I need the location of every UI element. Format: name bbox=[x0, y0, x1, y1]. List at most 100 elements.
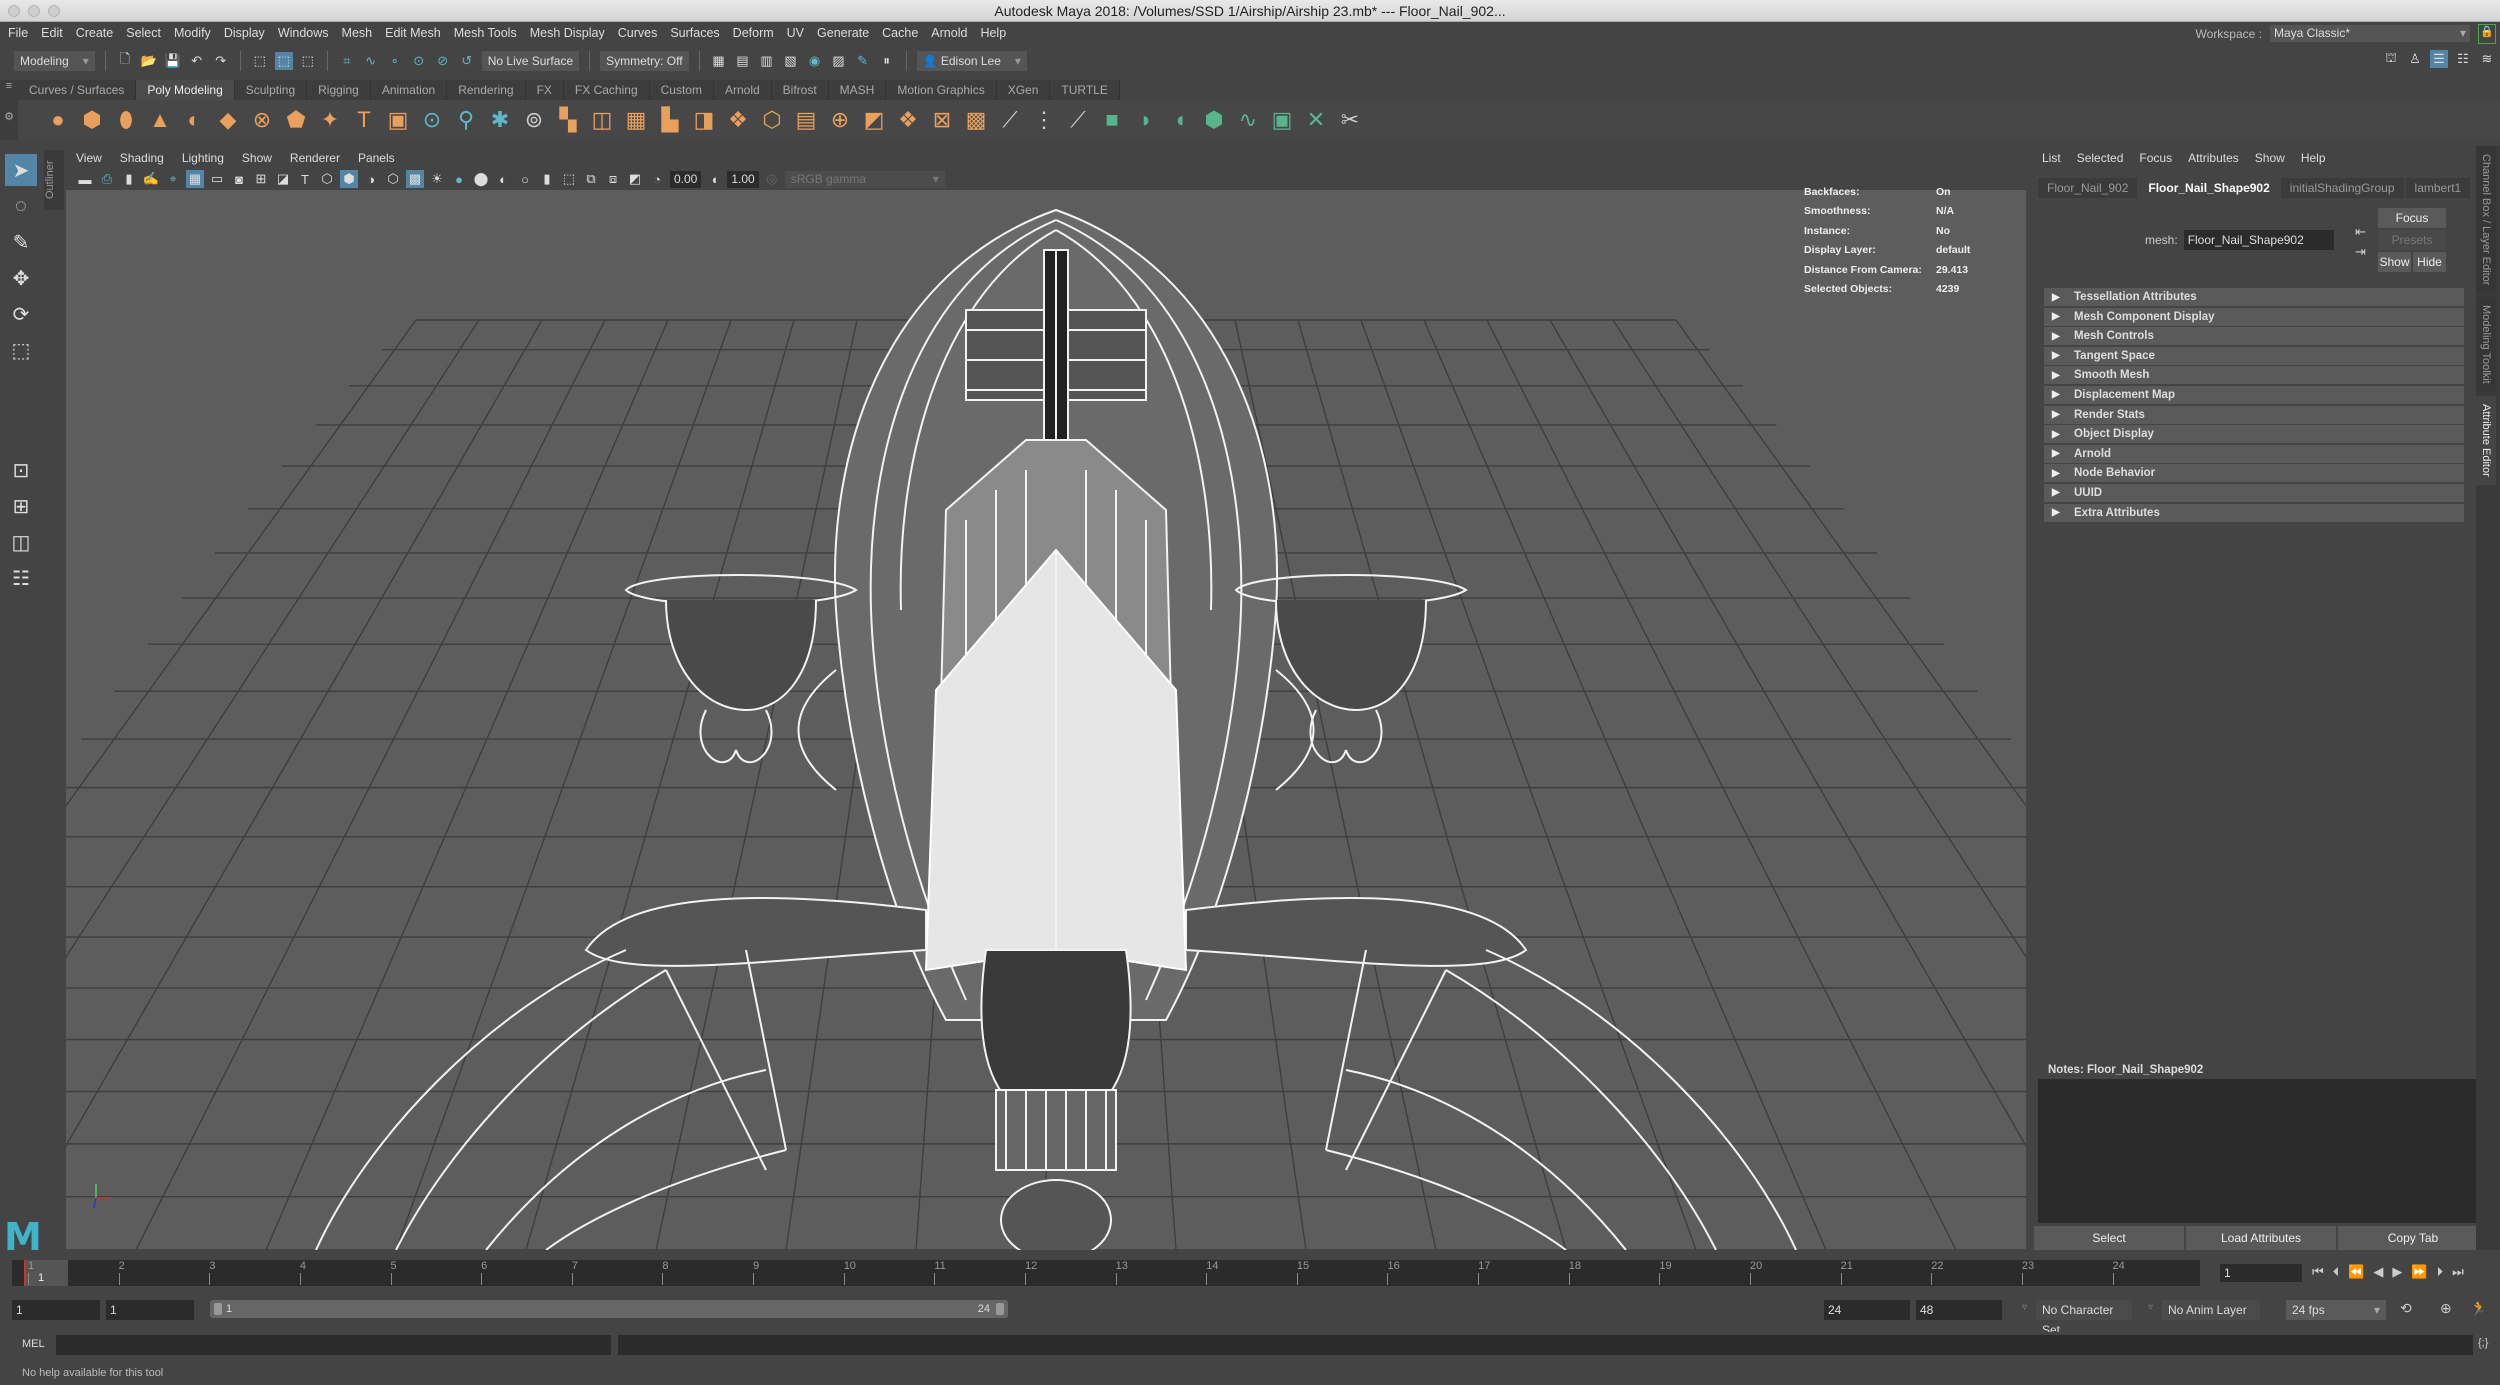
character-set-field[interactable]: No Character Set bbox=[2036, 1300, 2132, 1337]
anti-aliasing-icon[interactable]: ○ bbox=[516, 170, 534, 188]
viewport-menu-show[interactable]: Show bbox=[242, 151, 272, 165]
ae-menu-list[interactable]: List bbox=[2042, 151, 2061, 165]
xray-active-icon[interactable]: ⧈ bbox=[604, 170, 622, 188]
shelf-tab-custom[interactable]: Custom bbox=[649, 80, 714, 100]
color-management-icon[interactable]: ◎ bbox=[763, 170, 781, 188]
command-language-label[interactable]: MEL bbox=[22, 1338, 45, 1350]
new-scene-icon[interactable]: 🗋 bbox=[116, 51, 134, 70]
expand-triangle-icon[interactable]: ▶ bbox=[2044, 350, 2074, 361]
menu-mesh-tools[interactable]: Mesh Tools bbox=[454, 26, 517, 40]
expand-triangle-icon[interactable]: ▶ bbox=[2044, 331, 2074, 342]
ipr-render-icon[interactable]: ▥ bbox=[758, 52, 776, 70]
side-tab-channel-box-layer-editor[interactable]: Channel Box / Layer Editor bbox=[2476, 146, 2496, 294]
open-scene-icon[interactable]: 📂 bbox=[140, 52, 158, 70]
attribute-editor-toggle-icon[interactable]: ☰ bbox=[2430, 50, 2448, 68]
ae-tab-floor-nail-902[interactable]: Floor_Nail_902 bbox=[2038, 178, 2138, 198]
viewport-menu-view[interactable]: View bbox=[76, 151, 102, 165]
workspace-dropdown[interactable]: Maya Classic* bbox=[2270, 25, 2470, 42]
fill-hole-icon[interactable]: ⊕ bbox=[826, 106, 854, 134]
lock-icon[interactable]: 🔒 bbox=[2478, 24, 2496, 44]
film-gate-icon[interactable]: ▦ bbox=[186, 170, 204, 188]
bookmark-icon[interactable]: ▮ bbox=[120, 170, 138, 188]
menu-cache[interactable]: Cache bbox=[882, 26, 918, 40]
shelf-tab-arnold[interactable]: Arnold bbox=[713, 80, 772, 100]
quad-draw-icon[interactable]: ▩ bbox=[962, 106, 990, 134]
section-node-behavior[interactable]: ▶ Node Behavior bbox=[2044, 464, 2464, 483]
modeling-toolkit-toggle-icon[interactable]: ⛫ bbox=[2382, 50, 2400, 68]
play-forwards-icon[interactable]: ▶ bbox=[2392, 1264, 2402, 1280]
shelf-menu-icon[interactable]: ≡ bbox=[0, 80, 18, 92]
menu-mesh[interactable]: Mesh bbox=[342, 26, 373, 40]
poly-disc-icon[interactable]: ⊗ bbox=[248, 106, 276, 134]
shelf-tab-fx[interactable]: FX bbox=[525, 80, 564, 100]
combine-icon[interactable]: ⊚ bbox=[520, 106, 548, 134]
user-account-dropdown[interactable]: 👤 Edison Lee bbox=[916, 51, 1027, 71]
script-editor-icon[interactable]: {;} bbox=[2478, 1337, 2488, 1349]
section-mesh-controls[interactable]: ▶ Mesh Controls bbox=[2044, 327, 2464, 346]
viewport-menu-panels[interactable]: Panels bbox=[358, 151, 395, 165]
menu-mesh-display[interactable]: Mesh Display bbox=[530, 26, 605, 40]
menu-surfaces[interactable]: Surfaces bbox=[670, 26, 719, 40]
planar-uv-icon[interactable]: ■ bbox=[1098, 106, 1126, 134]
snap-grid-icon[interactable]: ⌗ bbox=[338, 52, 356, 70]
poly-plane-icon[interactable]: ◆ bbox=[214, 106, 242, 134]
ae-menu-focus[interactable]: Focus bbox=[2139, 151, 2172, 165]
shelf-settings-icon[interactable]: ⚙ bbox=[0, 110, 18, 123]
shelf-tab-turtle[interactable]: TURTLE bbox=[1050, 80, 1120, 100]
gamma-field[interactable]: 1.00 bbox=[727, 170, 759, 188]
use-all-lights-icon[interactable]: ☀ bbox=[428, 170, 446, 188]
auto-key-icon[interactable]: ⊕ bbox=[2440, 1300, 2452, 1317]
character-controls-toggle-icon[interactable]: ♙ bbox=[2406, 50, 2424, 68]
move-tool-icon[interactable]: ✥ bbox=[5, 262, 37, 294]
loop-icon[interactable]: ⟲ bbox=[2400, 1300, 2412, 1317]
menu-curves[interactable]: Curves bbox=[618, 26, 658, 40]
expand-triangle-icon[interactable]: ▶ bbox=[2044, 507, 2074, 518]
extrude-icon[interactable]: ◨ bbox=[690, 106, 718, 134]
textured-icon[interactable]: ▩ bbox=[406, 170, 424, 188]
snap-vertex-icon[interactable]: ↺ bbox=[458, 52, 476, 70]
ae-menu-show[interactable]: Show bbox=[2255, 151, 2285, 165]
target-weld-icon[interactable]: ❖ bbox=[894, 106, 922, 134]
shelf-tab-curves-surfaces[interactable]: Curves / Surfaces bbox=[18, 80, 137, 100]
shelf-tab-sculpting[interactable]: Sculpting bbox=[234, 80, 308, 100]
window-controls[interactable] bbox=[8, 5, 60, 17]
snap-point-icon[interactable]: ∘ bbox=[386, 52, 404, 70]
step-forward-key-icon[interactable]: ⏩ bbox=[2411, 1264, 2427, 1280]
append-polygon-icon[interactable]: ▤ bbox=[792, 106, 820, 134]
menu-generate[interactable]: Generate bbox=[817, 26, 869, 40]
select-by-object-icon[interactable]: ⬚ bbox=[274, 52, 293, 70]
arnold-render-icon[interactable]: ✎ bbox=[854, 52, 872, 70]
menu-select[interactable]: Select bbox=[126, 26, 161, 40]
gate-mask-icon[interactable]: ◙ bbox=[230, 170, 248, 188]
time-slider[interactable]: 1 1 2 3 4 5 6 7 8 9 10 11 12 13 14 15 16 17 18 19 20 21 22 23 2… bbox=[0, 1258, 2500, 1288]
shelf-tab-motion-graphics[interactable]: Motion Graphics bbox=[886, 80, 997, 100]
select-tool-icon[interactable]: ➤ bbox=[5, 154, 37, 186]
section-object-display[interactable]: ▶ Object Display bbox=[2044, 425, 2464, 444]
xray-joints-icon[interactable]: ◩ bbox=[626, 170, 644, 188]
ae-tab-floor-nail-shape902[interactable]: Floor_Nail_Shape902 bbox=[2139, 178, 2279, 198]
shelf-options[interactable]: ≡ ⚙ bbox=[0, 80, 18, 140]
anim-layer-field[interactable]: No Anim Layer bbox=[2162, 1300, 2260, 1320]
poly-sphere-icon[interactable]: ● bbox=[44, 106, 72, 134]
expand-triangle-icon[interactable]: ▶ bbox=[2044, 448, 2074, 459]
menu-set-dropdown[interactable]: Modeling bbox=[14, 51, 95, 71]
go-to-end-icon[interactable]: ⏭ bbox=[2452, 1264, 2464, 1280]
automatic-uv-icon[interactable]: ⬢ bbox=[1200, 106, 1228, 134]
mesh-name-input[interactable] bbox=[2183, 230, 2334, 250]
expand-triangle-icon[interactable]: ▶ bbox=[2044, 409, 2074, 420]
menu-windows[interactable]: Windows bbox=[278, 26, 329, 40]
section-render-stats[interactable]: ▶ Render Stats bbox=[2044, 405, 2464, 424]
menu-file[interactable]: File bbox=[8, 26, 28, 40]
default-material-icon[interactable]: ◑ bbox=[362, 170, 380, 188]
section-arnold[interactable]: ▶ Arnold bbox=[2044, 444, 2464, 463]
isolate-select-icon[interactable]: ⬚ bbox=[560, 170, 578, 188]
expand-triangle-icon[interactable]: ▶ bbox=[2044, 292, 2074, 303]
section-displacement-map[interactable]: ▶ Displacement Map bbox=[2044, 385, 2464, 404]
tool-settings-toggle-icon[interactable]: ☷ bbox=[2454, 50, 2472, 68]
ae-menu-selected[interactable]: Selected bbox=[2077, 151, 2124, 165]
multi-cut-icon[interactable]: ◩ bbox=[860, 106, 888, 134]
step-back-key-icon[interactable]: ⏪ bbox=[2348, 1264, 2364, 1280]
range-start-handle[interactable] bbox=[214, 1303, 222, 1315]
uv-editor-icon[interactable]: ▣ bbox=[1268, 106, 1296, 134]
pause-icon[interactable]: ⏸ bbox=[878, 52, 896, 70]
